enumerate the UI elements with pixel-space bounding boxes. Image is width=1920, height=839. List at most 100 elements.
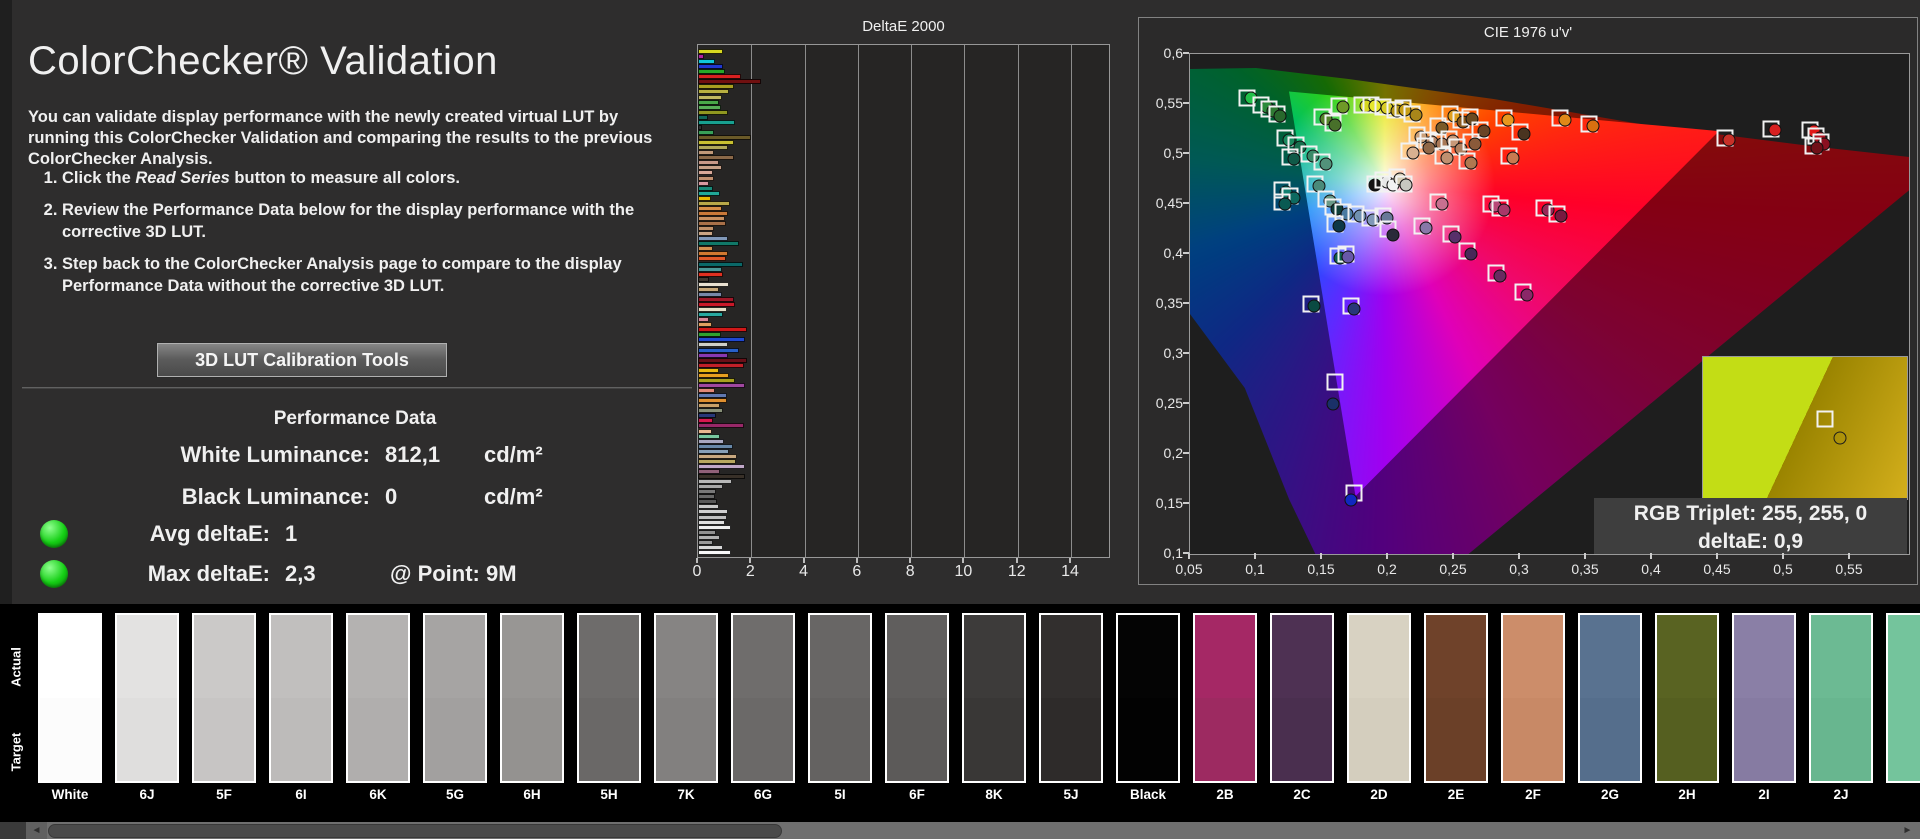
swatch-target-half	[117, 698, 177, 781]
color-swatch-6F[interactable]	[885, 613, 949, 783]
color-swatch-2J[interactable]	[1809, 613, 1873, 783]
scroll-right-arrow-icon[interactable]: ►	[1897, 822, 1918, 839]
swatch-target-half	[1734, 698, 1794, 781]
color-swatch-6I[interactable]	[269, 613, 333, 783]
color-swatch-5H[interactable]	[577, 613, 641, 783]
color-swatch-2E[interactable]	[1424, 613, 1488, 783]
swatch-target-half	[810, 698, 870, 781]
actual-circle-icon	[1336, 100, 1350, 114]
actual-circle-icon	[1307, 299, 1321, 313]
swatch-actual-half	[810, 615, 870, 698]
x-tick	[1188, 553, 1190, 559]
actual-circle-icon	[1586, 119, 1600, 133]
cie-plot: RGB Triplet: 255, 255, 0 deltaE: 0,9	[1189, 53, 1910, 555]
gridline	[911, 45, 913, 557]
y-tick	[1183, 202, 1189, 204]
color-swatch-5J[interactable]	[1039, 613, 1103, 783]
swatch-actual-half	[1657, 615, 1717, 698]
color-swatch-2G[interactable]	[1578, 613, 1642, 783]
swatch-label: 2E	[1447, 787, 1465, 802]
swatch-label: 5I	[834, 787, 846, 802]
actual-circle-icon	[1287, 152, 1301, 166]
x-tick-label: 0,15	[1307, 561, 1335, 577]
lut-calibration-tools-button[interactable]: 3D LUT Calibration Tools	[157, 343, 447, 377]
actual-circle-icon	[1558, 113, 1572, 127]
target-square-icon	[1326, 373, 1344, 391]
x-tick	[1452, 553, 1454, 559]
swatch-label: 2G	[1600, 787, 1619, 802]
y-tick	[1183, 102, 1189, 104]
x-tick	[1650, 553, 1652, 559]
swatch-label: 6F	[909, 787, 925, 802]
color-swatch-7K[interactable]	[654, 613, 718, 783]
color-swatch-6K[interactable]	[346, 613, 410, 783]
read-series-emphasis: Read Series	[135, 169, 230, 187]
actual-circle-icon	[1419, 221, 1433, 235]
gridline	[804, 45, 806, 557]
actual-circle-icon	[1497, 203, 1511, 217]
actual-circle-icon	[1768, 123, 1782, 137]
actual-circle-icon	[1278, 197, 1292, 211]
swatch-label: 6J	[139, 787, 155, 802]
swatch-actual-half	[1349, 615, 1409, 698]
swatch-label: 2C	[1293, 787, 1311, 802]
swatch-target-half	[1811, 698, 1871, 781]
color-swatch-White[interactable]	[38, 613, 102, 783]
swatch-label: 6I	[295, 787, 307, 802]
swatch-target-half	[1041, 698, 1101, 781]
swatch-actual-half	[733, 615, 793, 698]
x-tick-label: 14	[1061, 563, 1079, 580]
x-tick-label: 0,1	[1245, 561, 1265, 577]
color-swatch-5I[interactable]	[808, 613, 872, 783]
x-tick-label: 4	[799, 563, 809, 580]
actual-circle-icon	[1506, 151, 1520, 165]
color-swatch-5G[interactable]	[423, 613, 487, 783]
color-swatch-5F[interactable]	[192, 613, 256, 783]
swatch-actual-half	[1426, 615, 1486, 698]
gridline	[1071, 45, 1073, 557]
color-swatch-2I[interactable]	[1732, 613, 1796, 783]
avg-deltae-value: 1	[285, 521, 298, 546]
target-row-label: Target	[8, 732, 24, 772]
swatch-actual-half	[1503, 615, 1563, 698]
scrollbar-thumb[interactable]	[48, 823, 782, 838]
scroll-left-arrow-icon[interactable]: ◄	[26, 822, 47, 839]
color-swatch-6H[interactable]	[500, 613, 564, 783]
x-tick-label: 0	[692, 563, 702, 580]
swatch-target-half	[1118, 698, 1178, 781]
actual-circle-icon	[1517, 127, 1531, 141]
swatch-actual-half	[1734, 615, 1794, 698]
avg-deltae-label: Avg deltaE:	[149, 521, 270, 546]
actual-circle-icon	[1386, 228, 1400, 242]
color-swatch-6J[interactable]	[115, 613, 179, 783]
color-swatch-2F[interactable]	[1501, 613, 1565, 783]
swatch-target-half	[348, 698, 408, 781]
swatch-label: 5G	[445, 787, 464, 802]
swatch-actual-half	[271, 615, 331, 698]
swatch-actual-half	[348, 615, 408, 698]
color-swatch-2B[interactable]	[1193, 613, 1257, 783]
color-swatch-2H[interactable]	[1655, 613, 1719, 783]
color-swatch-Black[interactable]	[1116, 613, 1180, 783]
x-tick	[1848, 553, 1850, 559]
horizontal-scrollbar: ◄ ►	[0, 822, 1920, 839]
y-tick	[1183, 402, 1189, 404]
color-swatch-partial[interactable]	[1886, 613, 1920, 783]
color-swatch-2D[interactable]	[1347, 613, 1411, 783]
y-tick-label: 0,45	[1155, 195, 1183, 211]
color-swatch-8K[interactable]	[962, 613, 1026, 783]
y-tick-label: 0,35	[1155, 295, 1183, 311]
instruction-step-3: Step back to the ColorChecker Analysis p…	[62, 254, 702, 297]
color-swatch-2C[interactable]	[1270, 613, 1334, 783]
max-deltae-point: @ Point: 9M	[390, 561, 517, 586]
color-swatch-6G[interactable]	[731, 613, 795, 783]
actual-circle-icon	[1435, 197, 1449, 211]
x-tick	[1254, 553, 1256, 559]
swatch-actual-half	[887, 615, 947, 698]
x-tick-label: 0,4	[1641, 561, 1661, 577]
actual-circle-icon	[1422, 141, 1436, 155]
swatch-label: 2J	[1833, 787, 1849, 802]
actual-circle-icon	[1464, 247, 1478, 261]
white-luminance-value: 812,1	[385, 442, 441, 467]
zoom-inset	[1702, 356, 1908, 500]
